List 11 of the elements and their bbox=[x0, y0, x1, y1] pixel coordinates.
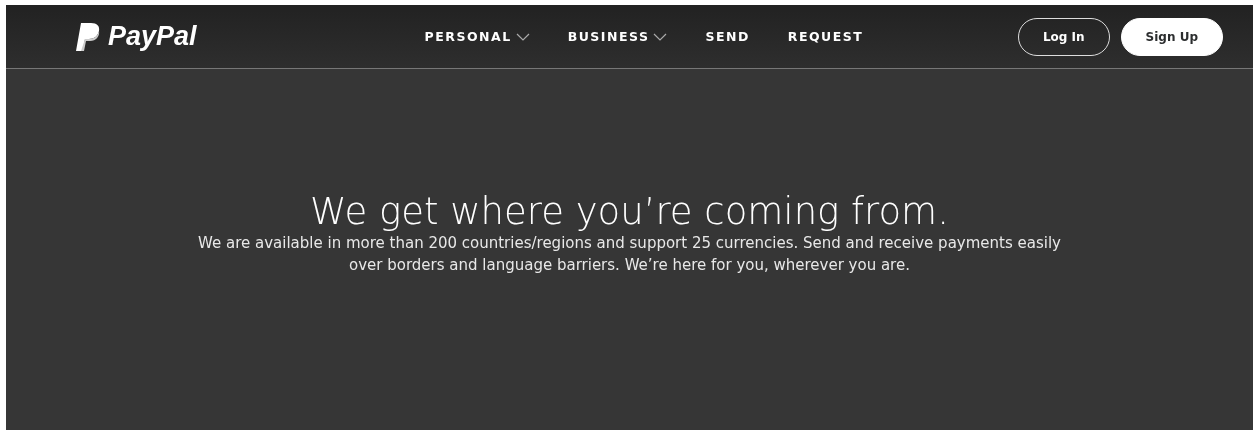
caret-icon bbox=[653, 32, 668, 41]
nav-link[interactable]: REQUEST bbox=[787, 29, 864, 44]
nav-link[interactable]: BUSINESS bbox=[567, 29, 668, 44]
hero-title: We get where you’re coming from. bbox=[310, 192, 949, 234]
sign-up-button[interactable]: Sign Up bbox=[1120, 17, 1223, 56]
logo-icon bbox=[76, 22, 100, 51]
hero-text: We are available in more than 200 countries/regions and support 25 currencies. Send and receive payments easily over borders and language barriers. We’re here for you, wherever you are. bbox=[197, 233, 1062, 276]
logo-link[interactable]: PayPal bbox=[76, 21, 197, 52]
nav-link[interactable]: SEND bbox=[705, 29, 750, 44]
caret-icon bbox=[515, 32, 530, 41]
nav-link[interactable]: PERSONAL bbox=[424, 29, 530, 44]
